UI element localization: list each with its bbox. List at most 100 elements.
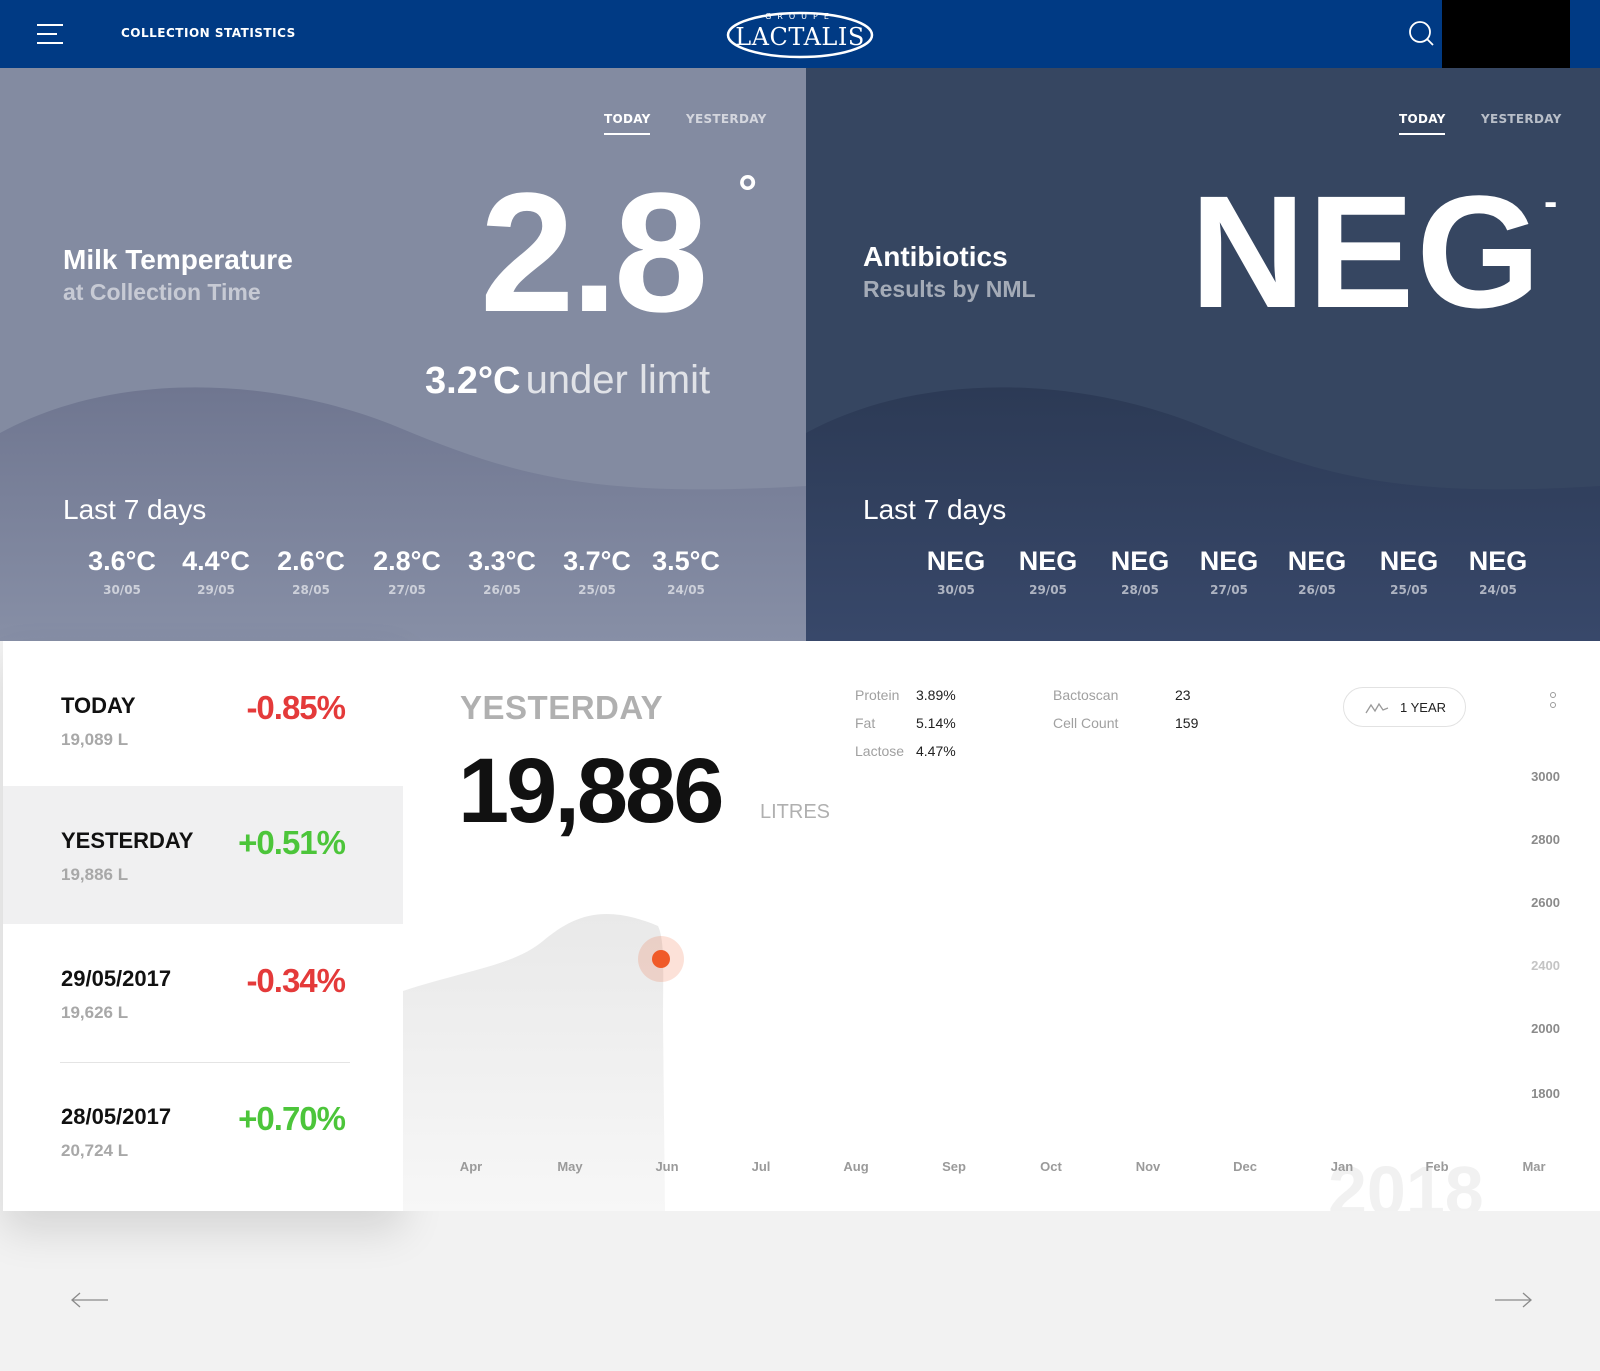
arrow-left-icon[interactable] <box>70 1290 110 1310</box>
tab-yesterday[interactable]: YESTERDAY <box>1481 112 1562 126</box>
page-title: COLLECTION STATISTICS <box>121 26 296 40</box>
y-tick-label: 2800 <box>1531 832 1560 847</box>
list-item[interactable]: 28/05/2017 20,724 L +0.70% <box>3 1062 403 1200</box>
y-tick-label: 2600 <box>1531 895 1560 910</box>
day-date: 30/05 <box>937 583 975 597</box>
day-value: NEG <box>1468 546 1528 576</box>
day-date: 24/05 <box>1479 583 1517 597</box>
list-item[interactable]: TODAY 19,089 L -0.85% <box>3 641 403 779</box>
day-item: 3.3°C 26/05 <box>460 546 544 597</box>
row-litres: 19,626 L <box>61 1003 129 1022</box>
day-value: NEG <box>926 546 986 576</box>
line-chart-icon <box>1365 702 1389 714</box>
day-item: NEG 28/05 <box>1098 546 1182 597</box>
hamburger-icon[interactable] <box>37 22 63 46</box>
arrow-right-icon[interactable] <box>1493 1290 1533 1310</box>
day-value: NEG <box>1199 546 1259 576</box>
limit-value: 3.2°C <box>425 360 521 402</box>
stat-value: 5.14% <box>916 715 956 731</box>
day-item: 3.5°C 24/05 <box>644 546 728 597</box>
day-date: 30/05 <box>103 583 141 597</box>
search-icon[interactable] <box>1408 20 1436 48</box>
day-value: 2.6°C <box>277 546 345 576</box>
top-bar: COLLECTION STATISTICS GROUPE LACTALIS <box>0 0 1600 72</box>
limit-text: under limit <box>525 358 711 402</box>
day-value: 2.8°C <box>373 546 441 576</box>
x-tick-label: Mar <box>1522 1159 1546 1174</box>
y-tick-label: 1800 <box>1531 1086 1560 1101</box>
stat-value: 4.47% <box>916 743 956 759</box>
day-value: NEG <box>1110 546 1170 576</box>
day-item: NEG 24/05 <box>1456 546 1540 597</box>
value-suffix: - <box>1544 180 1558 224</box>
day-date: 26/05 <box>1298 583 1336 597</box>
row-label: TODAY <box>61 693 136 718</box>
tab-today[interactable]: TODAY <box>1399 112 1446 126</box>
limit-line: 3.2°C under limit <box>425 358 710 403</box>
stat-label: Fat <box>855 715 876 731</box>
row-change: +0.51% <box>238 824 346 861</box>
tab-today[interactable]: TODAY <box>604 112 651 126</box>
list-item[interactable]: 29/05/2017 19,626 L -0.34% <box>3 924 403 1062</box>
temperature-panel: TODAY YESTERDAY Milk Temperature at Coll… <box>0 68 806 641</box>
row-litres: 19,089 L <box>61 730 129 749</box>
day-date: 27/05 <box>1210 583 1248 597</box>
day-value: NEG <box>1287 546 1347 576</box>
stat-label: Protein <box>855 687 900 703</box>
day-item: NEG 30/05 <box>914 546 998 597</box>
x-tick-label: Aug <box>843 1159 869 1174</box>
day-date: 29/05 <box>1029 583 1067 597</box>
x-tick-label: Jul <box>751 1159 771 1174</box>
day-item: NEG 27/05 <box>1187 546 1271 597</box>
day-date: 27/05 <box>388 583 426 597</box>
day-item: 3.6°C 30/05 <box>80 546 164 597</box>
detail-title: YESTERDAY <box>460 689 664 726</box>
redacted-area <box>1442 0 1570 72</box>
stat-value: 159 <box>1175 715 1199 731</box>
tab-yesterday[interactable]: YESTERDAY <box>686 112 767 126</box>
temperature-value: 2.8 <box>480 158 708 348</box>
range-1-year-button[interactable]: 1 YEAR <box>1343 687 1466 727</box>
y-tick-label: 2000 <box>1531 1021 1560 1036</box>
day-value: 3.5°C <box>652 546 720 576</box>
y-tick-label: 3000 <box>1531 769 1560 784</box>
x-tick-label: Apr <box>459 1159 483 1174</box>
highlight-point[interactable] <box>652 950 670 968</box>
day-item: 2.6°C 28/05 <box>269 546 353 597</box>
day-date: 28/05 <box>292 583 330 597</box>
y-tick-label: 2400 <box>1531 958 1560 973</box>
last-7-days-label: Last 7 days <box>863 494 1007 525</box>
list-item[interactable]: YESTERDAY 19,886 L +0.51% <box>3 786 403 924</box>
row-change: -0.85% <box>246 689 346 726</box>
x-tick-label: Dec <box>1233 1159 1257 1174</box>
day-date: 25/05 <box>1390 583 1428 597</box>
metric-subtitle: Results by NML <box>863 276 1036 302</box>
tab-active-underline <box>604 133 650 135</box>
lactalis-logo[interactable]: GROUPE LACTALIS <box>725 8 875 60</box>
x-tick-label: Feb <box>1425 1159 1449 1174</box>
logo-main-text: LACTALIS <box>735 23 865 51</box>
metric-subtitle: at Collection Time <box>63 279 261 305</box>
x-tick-label: Jun <box>655 1159 679 1174</box>
day-date: 26/05 <box>483 583 521 597</box>
detail-panel: 2017 2018 YESTERDAY 19,886 LITRES Protei… <box>403 641 1600 1211</box>
day-date: 25/05 <box>578 583 616 597</box>
row-label: YESTERDAY <box>61 828 194 853</box>
day-item: 4.4°C 29/05 <box>174 546 258 597</box>
row-label: 29/05/2017 <box>61 966 172 991</box>
detail-unit: LITRES <box>760 801 831 823</box>
day-value: 3.7°C <box>563 546 631 576</box>
more-vertical-icon[interactable] <box>1549 691 1557 711</box>
day-date: 29/05 <box>197 583 235 597</box>
chart-area <box>403 914 665 1211</box>
day-date: 24/05 <box>667 583 705 597</box>
stat-label: Bactoscan <box>1053 687 1119 703</box>
degree-symbol: ° <box>738 167 758 220</box>
day-value: NEG <box>1018 546 1078 576</box>
day-item: NEG 26/05 <box>1275 546 1359 597</box>
x-tick-label: Nov <box>1135 1159 1161 1174</box>
x-tick-label: Jan <box>1330 1159 1354 1174</box>
row-litres: 19,886 L <box>61 865 129 884</box>
row-label: 28/05/2017 <box>61 1104 172 1129</box>
day-item: NEG 25/05 <box>1367 546 1451 597</box>
